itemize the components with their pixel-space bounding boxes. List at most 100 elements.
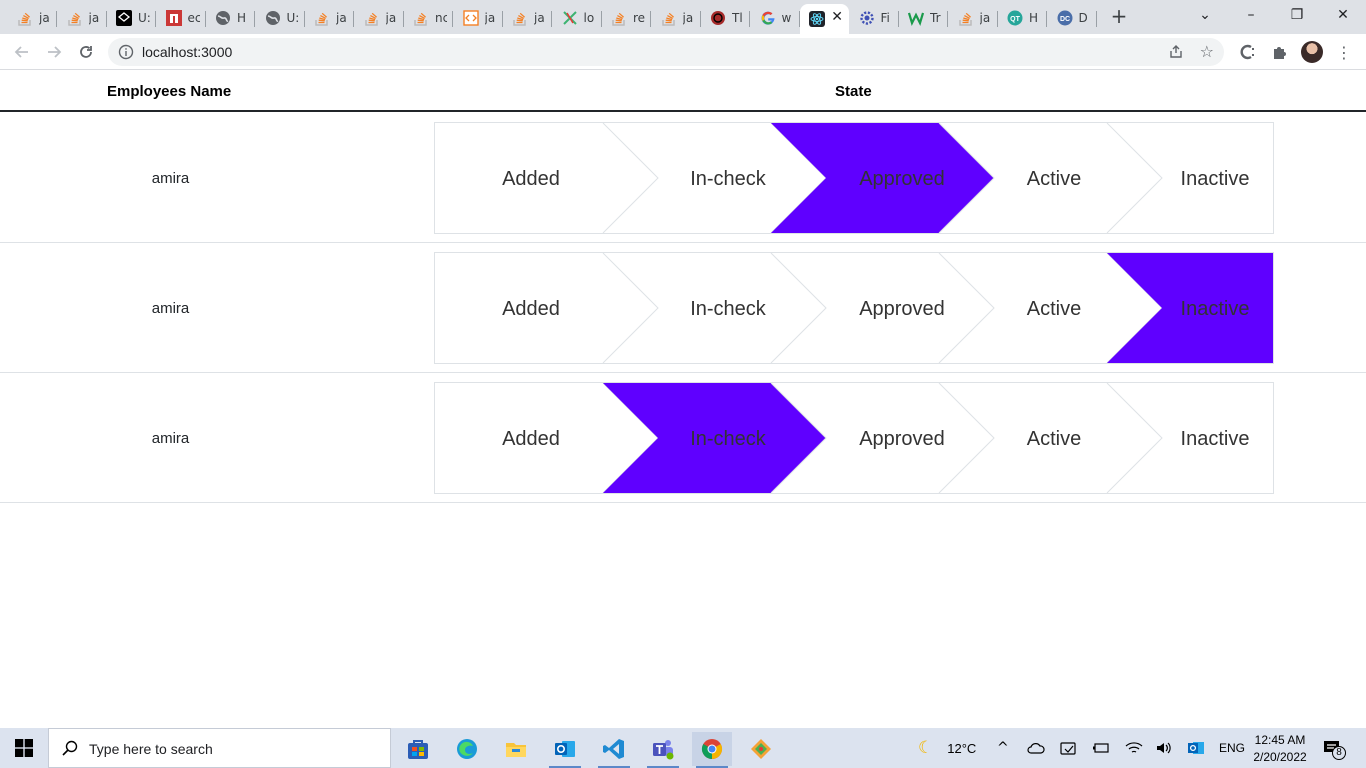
browser-tab[interactable]: Tr bbox=[899, 4, 948, 32]
tab-title: D bbox=[1078, 11, 1088, 25]
browser-tab[interactable]: ja bbox=[503, 4, 552, 32]
edge-icon bbox=[457, 739, 477, 759]
clock[interactable]: 12:45 AM 2/20/2022 bbox=[1253, 728, 1306, 768]
step-label-added[interactable]: Added bbox=[471, 428, 591, 451]
notification-count-badge: 8 bbox=[1332, 746, 1346, 760]
browser-tab[interactable]: ja bbox=[949, 4, 998, 32]
input-language[interactable]: ENG bbox=[1219, 728, 1245, 768]
windows-taskbar: Type here to search ☾ 12°C ^ ENG 12:45 A… bbox=[0, 728, 1366, 768]
browser-tab[interactable]: DC D bbox=[1048, 4, 1097, 32]
browser-tab[interactable]: Fi bbox=[850, 4, 899, 32]
reload-button[interactable] bbox=[74, 40, 98, 64]
wifi-icon[interactable] bbox=[1125, 728, 1143, 768]
google-icon bbox=[760, 10, 776, 26]
taskbar-teams-app[interactable] bbox=[643, 732, 683, 768]
circle-logo-icon bbox=[710, 10, 726, 26]
new-tab-button[interactable]: + bbox=[1108, 5, 1130, 27]
extensions-puzzle-icon[interactable] bbox=[1270, 42, 1290, 62]
stackoverflow-icon bbox=[611, 10, 627, 26]
browser-tab[interactable]: ja bbox=[58, 4, 107, 32]
show-hidden-icons-button[interactable]: ^ bbox=[997, 728, 1009, 768]
battery-icon[interactable] bbox=[1092, 728, 1110, 768]
browser-tab[interactable]: U: bbox=[256, 4, 305, 32]
step-divider-chevron bbox=[1106, 123, 1163, 233]
browser-tab[interactable]: ja bbox=[305, 4, 354, 32]
share-icon[interactable] bbox=[1168, 44, 1184, 60]
weather-widget[interactable]: ☾ 12°C bbox=[918, 728, 976, 768]
step-label-in-check[interactable]: In-check bbox=[668, 428, 788, 451]
step-label-approved[interactable]: Approved bbox=[842, 168, 962, 191]
step-label-inactive[interactable]: Inactive bbox=[1155, 168, 1275, 191]
tab-title: Tr bbox=[930, 11, 941, 25]
tab-title: nc bbox=[435, 11, 447, 25]
stackoverflow-icon bbox=[958, 10, 974, 26]
address-bar[interactable]: localhost:3000 ☆ bbox=[108, 38, 1224, 66]
browser-tab[interactable]: lo bbox=[553, 4, 602, 32]
back-button[interactable] bbox=[10, 40, 34, 64]
globe-icon bbox=[215, 10, 231, 26]
taskbar-store-app[interactable] bbox=[398, 732, 438, 766]
step-label-active[interactable]: Active bbox=[994, 428, 1114, 451]
svg-text:QT: QT bbox=[1010, 16, 1020, 23]
browser-tab[interactable]: H bbox=[206, 4, 255, 32]
step-label-added[interactable]: Added bbox=[471, 298, 591, 321]
tab-title: ja bbox=[682, 11, 694, 25]
bookmark-star-icon[interactable]: ☆ bbox=[1200, 42, 1214, 61]
gear-logo-icon bbox=[859, 10, 875, 26]
browser-tab-active[interactable]: ✕ bbox=[800, 4, 849, 34]
taskbar-chrome-app[interactable] bbox=[692, 732, 732, 768]
tab-title: ec bbox=[187, 11, 200, 25]
minimize-button[interactable]: – bbox=[1228, 0, 1274, 30]
reload-icon bbox=[80, 46, 92, 58]
step-label-in-check[interactable]: In-check bbox=[668, 168, 788, 191]
step-label-approved[interactable]: Approved bbox=[842, 428, 962, 451]
browser-tab[interactable]: re bbox=[602, 4, 651, 32]
taskbar-edge-app[interactable] bbox=[447, 732, 487, 766]
step-label-active[interactable]: Active bbox=[994, 168, 1114, 191]
browser-tab[interactable]: nc bbox=[404, 4, 453, 32]
restore-button[interactable]: ❐ bbox=[1274, 0, 1320, 30]
step-label-inactive[interactable]: Inactive bbox=[1155, 428, 1275, 451]
outlook-tray-icon[interactable] bbox=[1187, 728, 1205, 768]
start-button[interactable] bbox=[0, 728, 48, 768]
taskbar-search-box[interactable]: Type here to search bbox=[48, 728, 391, 768]
browser-tab[interactable]: Tl bbox=[701, 4, 750, 32]
vscode-icon bbox=[603, 739, 624, 759]
taskbar-git-app[interactable] bbox=[741, 732, 781, 766]
browser-tab[interactable]: QT H bbox=[998, 4, 1047, 32]
close-window-button[interactable]: ✕ bbox=[1320, 0, 1366, 30]
info-icon[interactable] bbox=[118, 44, 134, 60]
step-divider-chevron bbox=[1106, 383, 1163, 493]
browser-tab[interactable]: ec bbox=[157, 4, 206, 32]
step-divider-chevron bbox=[602, 123, 659, 233]
taskbar-vscode-app[interactable] bbox=[594, 732, 634, 768]
step-label-added[interactable]: Added bbox=[471, 168, 591, 191]
stackoverflow-icon bbox=[661, 10, 677, 26]
extension-c-icon[interactable] bbox=[1238, 42, 1258, 62]
browser-tab[interactable]: ja bbox=[8, 4, 57, 32]
volume-icon[interactable] bbox=[1155, 728, 1173, 768]
taskbar-outlook-app[interactable] bbox=[545, 732, 585, 768]
browser-tab[interactable]: w bbox=[751, 4, 800, 32]
taskbar-file-explorer-app[interactable] bbox=[496, 732, 536, 766]
close-tab-icon[interactable]: ✕ bbox=[831, 9, 843, 25]
browser-tab[interactable]: ja bbox=[652, 4, 701, 32]
profile-avatar[interactable] bbox=[1301, 41, 1323, 63]
tab-title: ja bbox=[979, 11, 991, 25]
step-label-approved[interactable]: Approved bbox=[842, 298, 962, 321]
tab-title: ja bbox=[484, 11, 496, 25]
step-label-active[interactable]: Active bbox=[994, 298, 1114, 321]
step-label-inactive[interactable]: Inactive bbox=[1155, 298, 1275, 321]
browser-tab[interactable]: ja bbox=[355, 4, 404, 32]
tab-search-button[interactable]: ⌄ bbox=[1182, 0, 1228, 30]
forward-button[interactable] bbox=[42, 40, 66, 64]
state-stepper: Added In-check Approved Active Inactive bbox=[434, 122, 1274, 234]
onedrive-icon[interactable] bbox=[1027, 728, 1045, 768]
notification-center-button[interactable]: 8 bbox=[1323, 728, 1346, 768]
step-label-in-check[interactable]: In-check bbox=[668, 298, 788, 321]
browser-tab[interactable]: U: bbox=[107, 4, 156, 32]
meet-now-icon[interactable] bbox=[1060, 728, 1078, 768]
browser-tab[interactable]: ja bbox=[454, 4, 503, 32]
chrome-menu-button[interactable]: ⋮ bbox=[1334, 42, 1354, 62]
tab-title: U: bbox=[286, 11, 299, 25]
